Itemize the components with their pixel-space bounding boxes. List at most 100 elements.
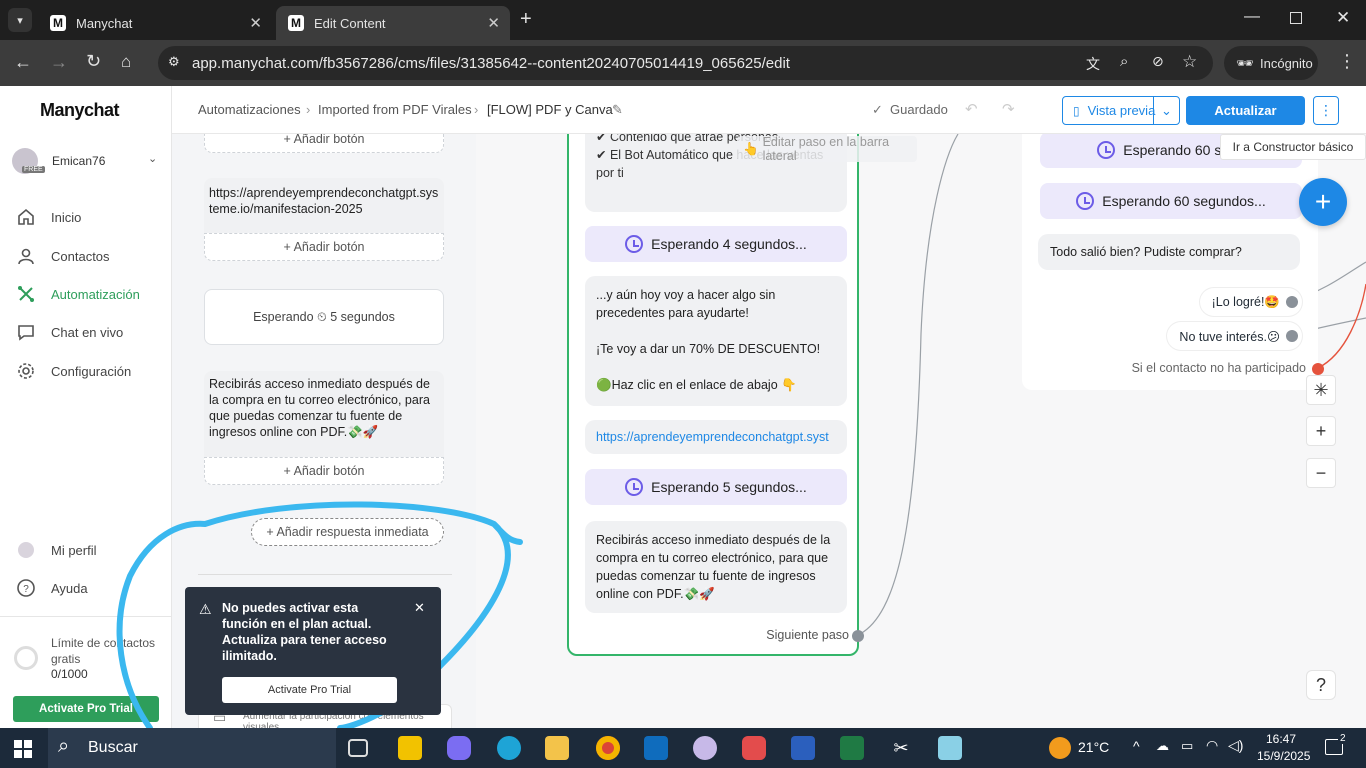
text-bubble[interactable]: ...y aún hoy voy a hacer algo sin preced… — [585, 276, 847, 406]
breadcrumb-folder[interactable]: Imported from PDF Virales — [318, 102, 472, 117]
question-node[interactable]: Esperando 60 segu Esperando 60 segundos.… — [1022, 134, 1324, 390]
nav-item-contactos[interactable]: Contactos — [16, 245, 110, 267]
file-explorer-icon[interactable] — [545, 736, 569, 760]
message-card[interactable]: Recibirás acceso inmediato después de la… — [204, 371, 444, 457]
tab-search-chevron-icon[interactable]: ▾ — [8, 8, 32, 32]
taskbar-search[interactable]: ⌕ Buscar — [48, 728, 336, 768]
weather-icon[interactable] — [1049, 737, 1071, 759]
message-node[interactable]: ✔ Contenido que atrae personas ✔ El Bot … — [567, 134, 917, 656]
browser-menu-icon[interactable]: ⋮ — [1338, 51, 1356, 72]
nav-item-inicio[interactable]: Inicio — [16, 206, 81, 228]
no-reply-connector[interactable] — [1312, 363, 1324, 375]
activate-pro-trial-button[interactable]: Activate Pro Trial — [13, 696, 159, 722]
chrome-icon[interactable] — [596, 736, 620, 760]
nav-item-configuracion[interactable]: Configuración — [16, 360, 131, 382]
nav-item-mi-perfil[interactable]: Mi perfil — [16, 539, 97, 561]
new-tab-plus-icon[interactable]: + — [520, 8, 532, 31]
incognito-indicator[interactable]: 🕶 Incógnito — [1224, 46, 1318, 80]
battery-icon[interactable]: ▭ — [1181, 738, 1193, 754]
windows-start-icon[interactable] — [14, 740, 32, 758]
word-icon[interactable] — [791, 736, 815, 760]
tab-manychat[interactable]: M Manychat ✕ — [38, 6, 272, 40]
notes-icon[interactable] — [938, 736, 962, 760]
quick-reply-option[interactable]: No tuve interés.😕 — [1167, 322, 1302, 350]
clock-date[interactable]: 15/9/2025 — [1257, 749, 1310, 763]
volume-icon[interactable]: ◁) — [1228, 737, 1243, 754]
wait-step[interactable]: Esperando 5 segundos... — [585, 469, 847, 505]
preview-button[interactable]: ▯ Vista previa ⌄ — [1062, 96, 1180, 125]
redo-icon[interactable]: ↷ — [1002, 100, 1015, 118]
close-tab-icon[interactable]: ✕ — [487, 14, 500, 32]
edit-pencil-icon[interactable]: ✎ — [612, 102, 623, 118]
zoom-icon[interactable]: ⌕ — [1120, 53, 1128, 70]
help-icon[interactable]: ? — [1306, 670, 1336, 700]
wait-step-card[interactable]: Esperando ⏲ 5 segundos — [204, 289, 444, 345]
copilot-icon[interactable] — [447, 736, 471, 760]
nav-item-ayuda[interactable]: ? Ayuda — [16, 577, 88, 599]
outlook-icon[interactable] — [644, 736, 668, 760]
site-settings-icon[interactable]: ⚙ — [168, 54, 180, 70]
brand-logo[interactable]: Manychat — [40, 100, 120, 121]
home-icon[interactable]: ⌂ — [121, 52, 131, 72]
wait-step[interactable]: Esperando 60 segundos... — [1040, 183, 1302, 219]
close-icon[interactable]: ✕ — [414, 600, 425, 616]
reply-connector[interactable] — [1286, 296, 1298, 308]
account-switcher[interactable]: FREE Emican76 ⌄ — [12, 148, 162, 174]
capcut-icon[interactable]: ✂ — [889, 736, 913, 760]
undo-icon[interactable]: ↶ — [965, 100, 978, 118]
link-bubble[interactable]: https://aprendeyemprendeconchatgpt.syst — [585, 420, 847, 454]
question-bubble[interactable]: Todo salió bien? Pudiste comprar? — [1038, 234, 1300, 270]
breadcrumb-automatizaciones[interactable]: Automatizaciones — [198, 102, 301, 117]
add-step-button[interactable]: + — [1299, 178, 1347, 226]
breadcrumb-flow-name[interactable]: [FLOW] PDF y Canva — [487, 102, 613, 117]
restore-window-icon[interactable] — [1290, 12, 1302, 24]
flow-canvas[interactable]: ✔ Contenido que atrae personas ✔ El Bot … — [476, 134, 1366, 728]
clock-time[interactable]: 16:47 — [1266, 732, 1296, 746]
message-text: Recibirás acceso inmediato después de la… — [596, 533, 831, 601]
onedrive-icon[interactable]: ☁ — [1156, 738, 1169, 754]
next-step-connector[interactable] — [852, 630, 864, 642]
add-button[interactable]: + Añadir botón — [204, 233, 444, 261]
tab-edit-content[interactable]: M Edit Content ✕ — [276, 6, 510, 40]
add-button[interactable]: + Añadir botón — [204, 134, 444, 153]
url-input[interactable]: ⚙ app.manychat.com/fb3567286/cms/files/3… — [158, 46, 1213, 80]
edit-step-hint[interactable]: 👆 Editar paso en la barra lateral — [737, 135, 917, 163]
forward-arrow-icon[interactable]: → — [50, 52, 68, 73]
close-window-icon[interactable]: ✕ — [1336, 8, 1350, 28]
activate-pro-trial-button[interactable]: Activate Pro Trial — [222, 677, 397, 703]
saved-check-icon: ✓ — [872, 102, 883, 117]
add-button[interactable]: + Añadir botón — [204, 457, 444, 485]
quick-reply-option[interactable]: ¡Lo logré!🤩 — [1199, 288, 1302, 316]
paint-icon[interactable] — [693, 736, 717, 760]
task-view-icon[interactable] — [348, 739, 368, 757]
excel-icon[interactable] — [840, 736, 864, 760]
link-text[interactable]: https://aprendeyemprendeconchatgpt.syst — [596, 430, 829, 444]
nav-item-automatizacion[interactable]: Automatización — [16, 283, 140, 305]
weather-temp[interactable]: 21°C — [1078, 739, 1109, 755]
reload-icon[interactable]: ↻ — [86, 51, 101, 72]
translate-icon[interactable]: 文 — [1086, 54, 1100, 74]
phone-icon: ▯ — [1073, 103, 1080, 118]
wifi-icon[interactable]: ◠ — [1206, 737, 1218, 754]
close-tab-icon[interactable]: ✕ — [249, 14, 262, 32]
link-message-card[interactable]: https://aprendeyemprendeconchatgpt.syste… — [204, 178, 444, 234]
app-icon[interactable] — [742, 736, 766, 760]
add-quick-reply-button[interactable]: + Añadir respuesta inmediata — [251, 518, 444, 546]
back-arrow-icon[interactable]: ← — [14, 52, 32, 73]
reply-connector[interactable] — [1286, 330, 1298, 342]
more-options-icon[interactable]: ⋮ — [1313, 96, 1339, 125]
nav-item-chat-en-vivo[interactable]: Chat en vivo — [16, 321, 123, 343]
eye-off-icon[interactable]: ⊘ — [1152, 53, 1164, 70]
zoom-out-icon[interactable]: − — [1306, 458, 1336, 488]
text-bubble[interactable]: Recibirás acceso inmediato después de la… — [585, 521, 847, 613]
store-icon[interactable] — [398, 736, 422, 760]
auto-arrange-icon[interactable]: ✳ — [1306, 375, 1336, 405]
minimize-window-icon[interactable]: — — [1244, 8, 1260, 26]
wait-step[interactable]: Esperando 4 segundos... — [585, 226, 847, 262]
update-button[interactable]: Actualizar — [1186, 96, 1305, 125]
zoom-in-icon[interactable]: + — [1306, 416, 1336, 446]
bookmark-star-icon[interactable]: ☆ — [1182, 52, 1197, 72]
chevron-down-icon[interactable]: ⌄ — [1153, 97, 1179, 124]
edge-icon[interactable] — [497, 736, 521, 760]
tray-chevron-icon[interactable]: ^ — [1133, 738, 1140, 754]
